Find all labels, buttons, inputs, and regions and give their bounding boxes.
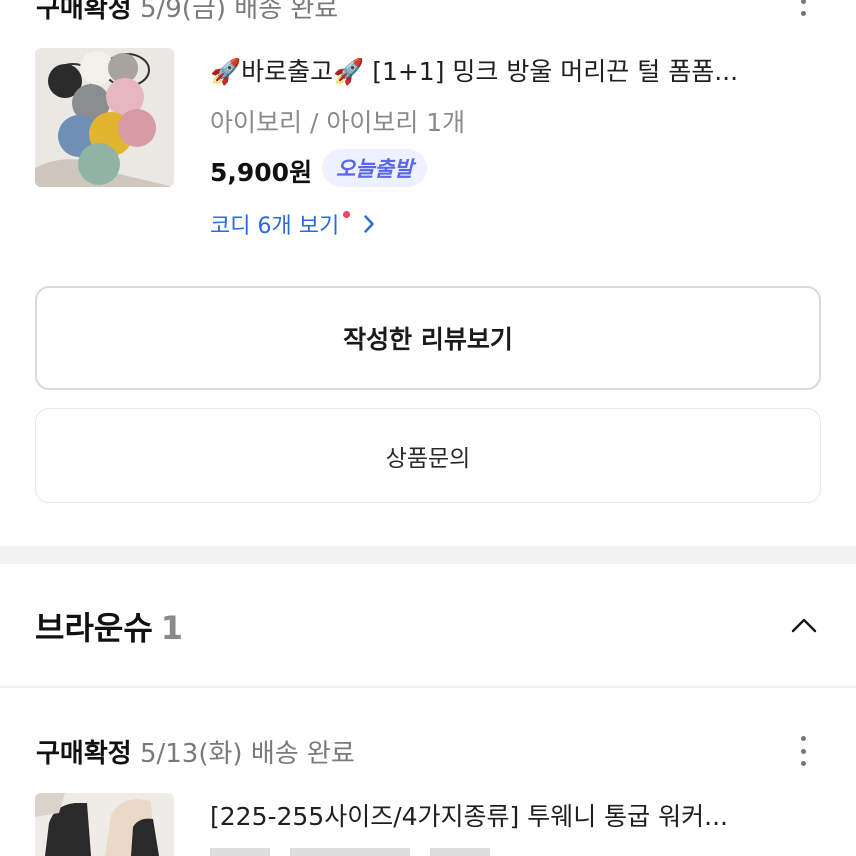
coordi-link-label: 코디 6개 보기: [210, 214, 340, 239]
product-option-cut: [210, 846, 510, 856]
order-status: 구매확정: [36, 739, 132, 769]
section-divider: [0, 546, 856, 564]
seller-name: 브라운슈: [35, 609, 153, 647]
product-thumbnail[interactable]: [35, 793, 174, 856]
coordi-link[interactable]: 코디 6개 보기: [210, 208, 374, 240]
order-status-line: 구매확정 5/13(화) 배송 완료: [36, 733, 355, 770]
more-vertical-icon[interactable]: [791, 734, 815, 768]
seller-item-count: 1: [160, 609, 184, 647]
product-price: 5,900원: [210, 158, 313, 187]
more-vertical-icon[interactable]: [791, 0, 815, 18]
product-inquiry-button[interactable]: 상품문의: [35, 408, 821, 503]
order-date: 5/13(화): [139, 739, 243, 769]
delivery-status: 배송 완료: [234, 0, 339, 24]
order-date: 5/9(금): [139, 0, 227, 24]
seller-section-header[interactable]: 브라운슈 1: [35, 603, 183, 649]
delivery-status: 배송 완료: [250, 739, 355, 769]
header-divider: [0, 686, 856, 688]
product-thumbnail[interactable]: [35, 48, 174, 187]
pompom-product-image: [35, 48, 174, 187]
product-name[interactable]: 🚀바로출고🚀 [1+1] 밍크 방울 머리끈 털 폼폼...: [210, 52, 738, 88]
product-name[interactable]: [225-255사이즈/4가지종류] 투웨니 통굽 워커...: [210, 797, 728, 833]
view-review-button[interactable]: 작성한 리뷰보기: [35, 286, 821, 390]
boots-product-image: [35, 793, 174, 856]
chevron-right-icon: [364, 215, 374, 233]
order-status: 구매확정: [36, 0, 132, 24]
order-status-line: 구매확정 5/9(금) 배송 완료: [36, 0, 338, 25]
chevron-up-icon[interactable]: [791, 617, 817, 633]
today-shipping-badge: 오늘출발: [322, 149, 428, 187]
product-option: 아이보리 / 아이보리 1개: [210, 108, 466, 137]
new-indicator-dot: [343, 210, 351, 218]
